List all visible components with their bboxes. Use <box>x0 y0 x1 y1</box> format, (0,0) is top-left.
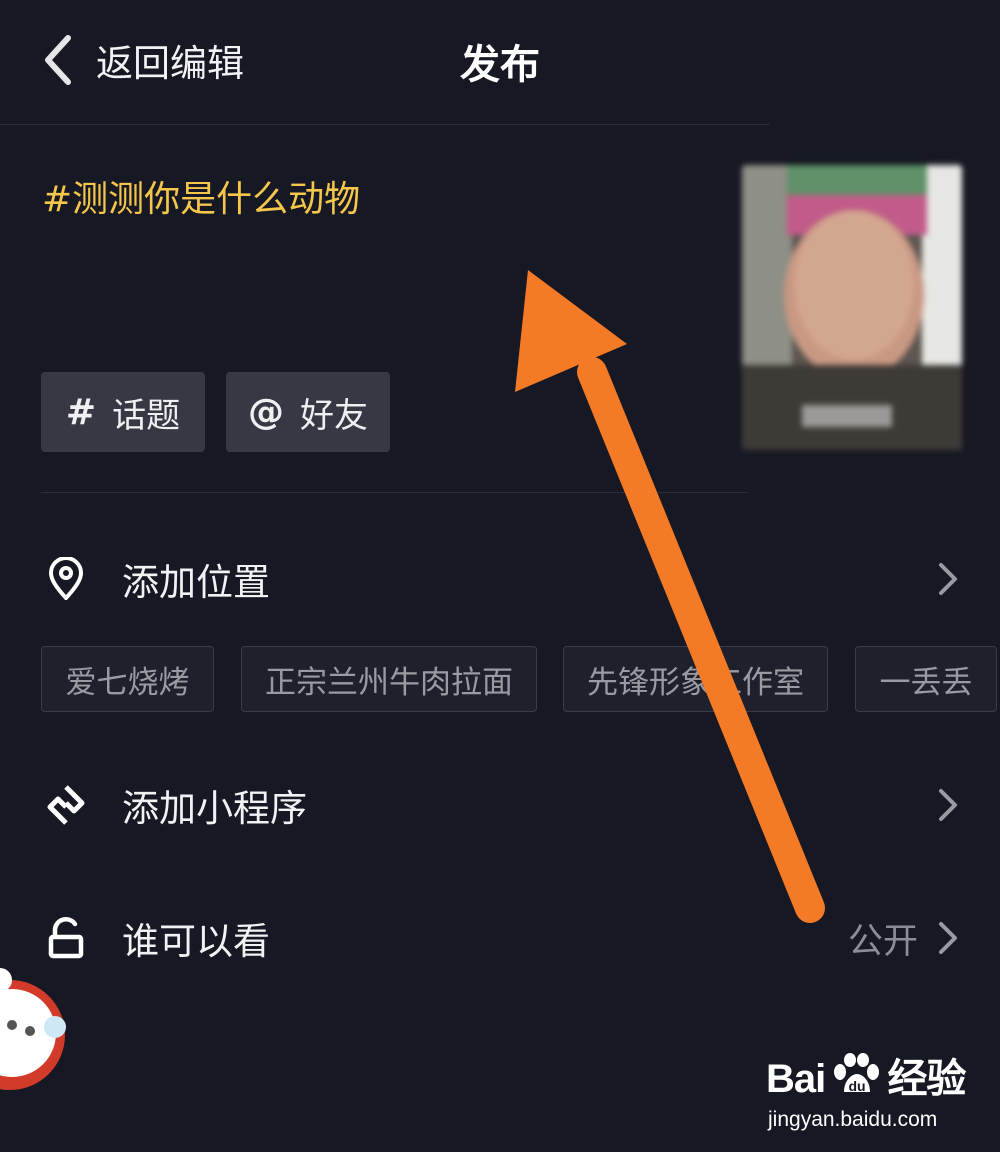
visibility-row[interactable]: 谁可以看 公开 <box>0 893 1000 983</box>
mini-program-icon <box>44 783 88 827</box>
add-topic-label: 话题 <box>112 395 181 436</box>
mention-friend-button[interactable]: @ 好友 <box>226 372 390 452</box>
mention-friend-label: 好友 <box>300 395 368 436</box>
unlock-icon <box>44 916 88 960</box>
add-location-row[interactable]: 添加位置 <box>0 534 1000 624</box>
add-location-label: 添加位置 <box>122 561 270 604</box>
watermark-url: jingyan.baidu.com <box>768 1108 938 1131</box>
at-sign-icon: @ <box>248 391 284 433</box>
paw-icon: du <box>834 1053 880 1094</box>
section-divider <box>41 492 747 493</box>
video-cover-thumbnail[interactable] <box>742 165 962 450</box>
watermark-brand: Bai <box>766 1057 826 1101</box>
caption-text[interactable]: #测测你是什么动物 <box>42 170 360 222</box>
sticker-decoration <box>0 968 66 1090</box>
page-title: 发布 <box>460 42 540 88</box>
visibility-value: 公开 <box>847 921 918 962</box>
hashtag-icon: # <box>65 391 97 433</box>
add-mini-program-label: 添加小程序 <box>122 787 307 830</box>
add-topic-button[interactable]: # 话题 <box>41 372 205 452</box>
add-mini-program-row[interactable]: 添加小程序 <box>0 760 1000 850</box>
watermark-brand-tail: 经验 <box>887 1057 966 1101</box>
location-chip[interactable]: 先锋形象工作室 <box>563 646 828 712</box>
location-chip[interactable]: 正宗兰州牛肉拉面 <box>241 646 537 712</box>
header-divider <box>0 124 770 125</box>
baidu-watermark: Bai du 经验 jingyan.baidu.com <box>766 1046 966 1131</box>
location-chip[interactable]: 一丢丢 <box>855 646 997 712</box>
chevron-right-icon <box>939 563 957 595</box>
chevron-right-icon <box>939 789 957 821</box>
svg-text:du: du <box>849 1078 866 1094</box>
visibility-label: 谁可以看 <box>122 920 270 963</box>
location-pin-icon <box>44 557 88 601</box>
location-chip[interactable]: 爱七烧烤 <box>41 646 214 712</box>
chevron-right-icon <box>939 922 957 954</box>
